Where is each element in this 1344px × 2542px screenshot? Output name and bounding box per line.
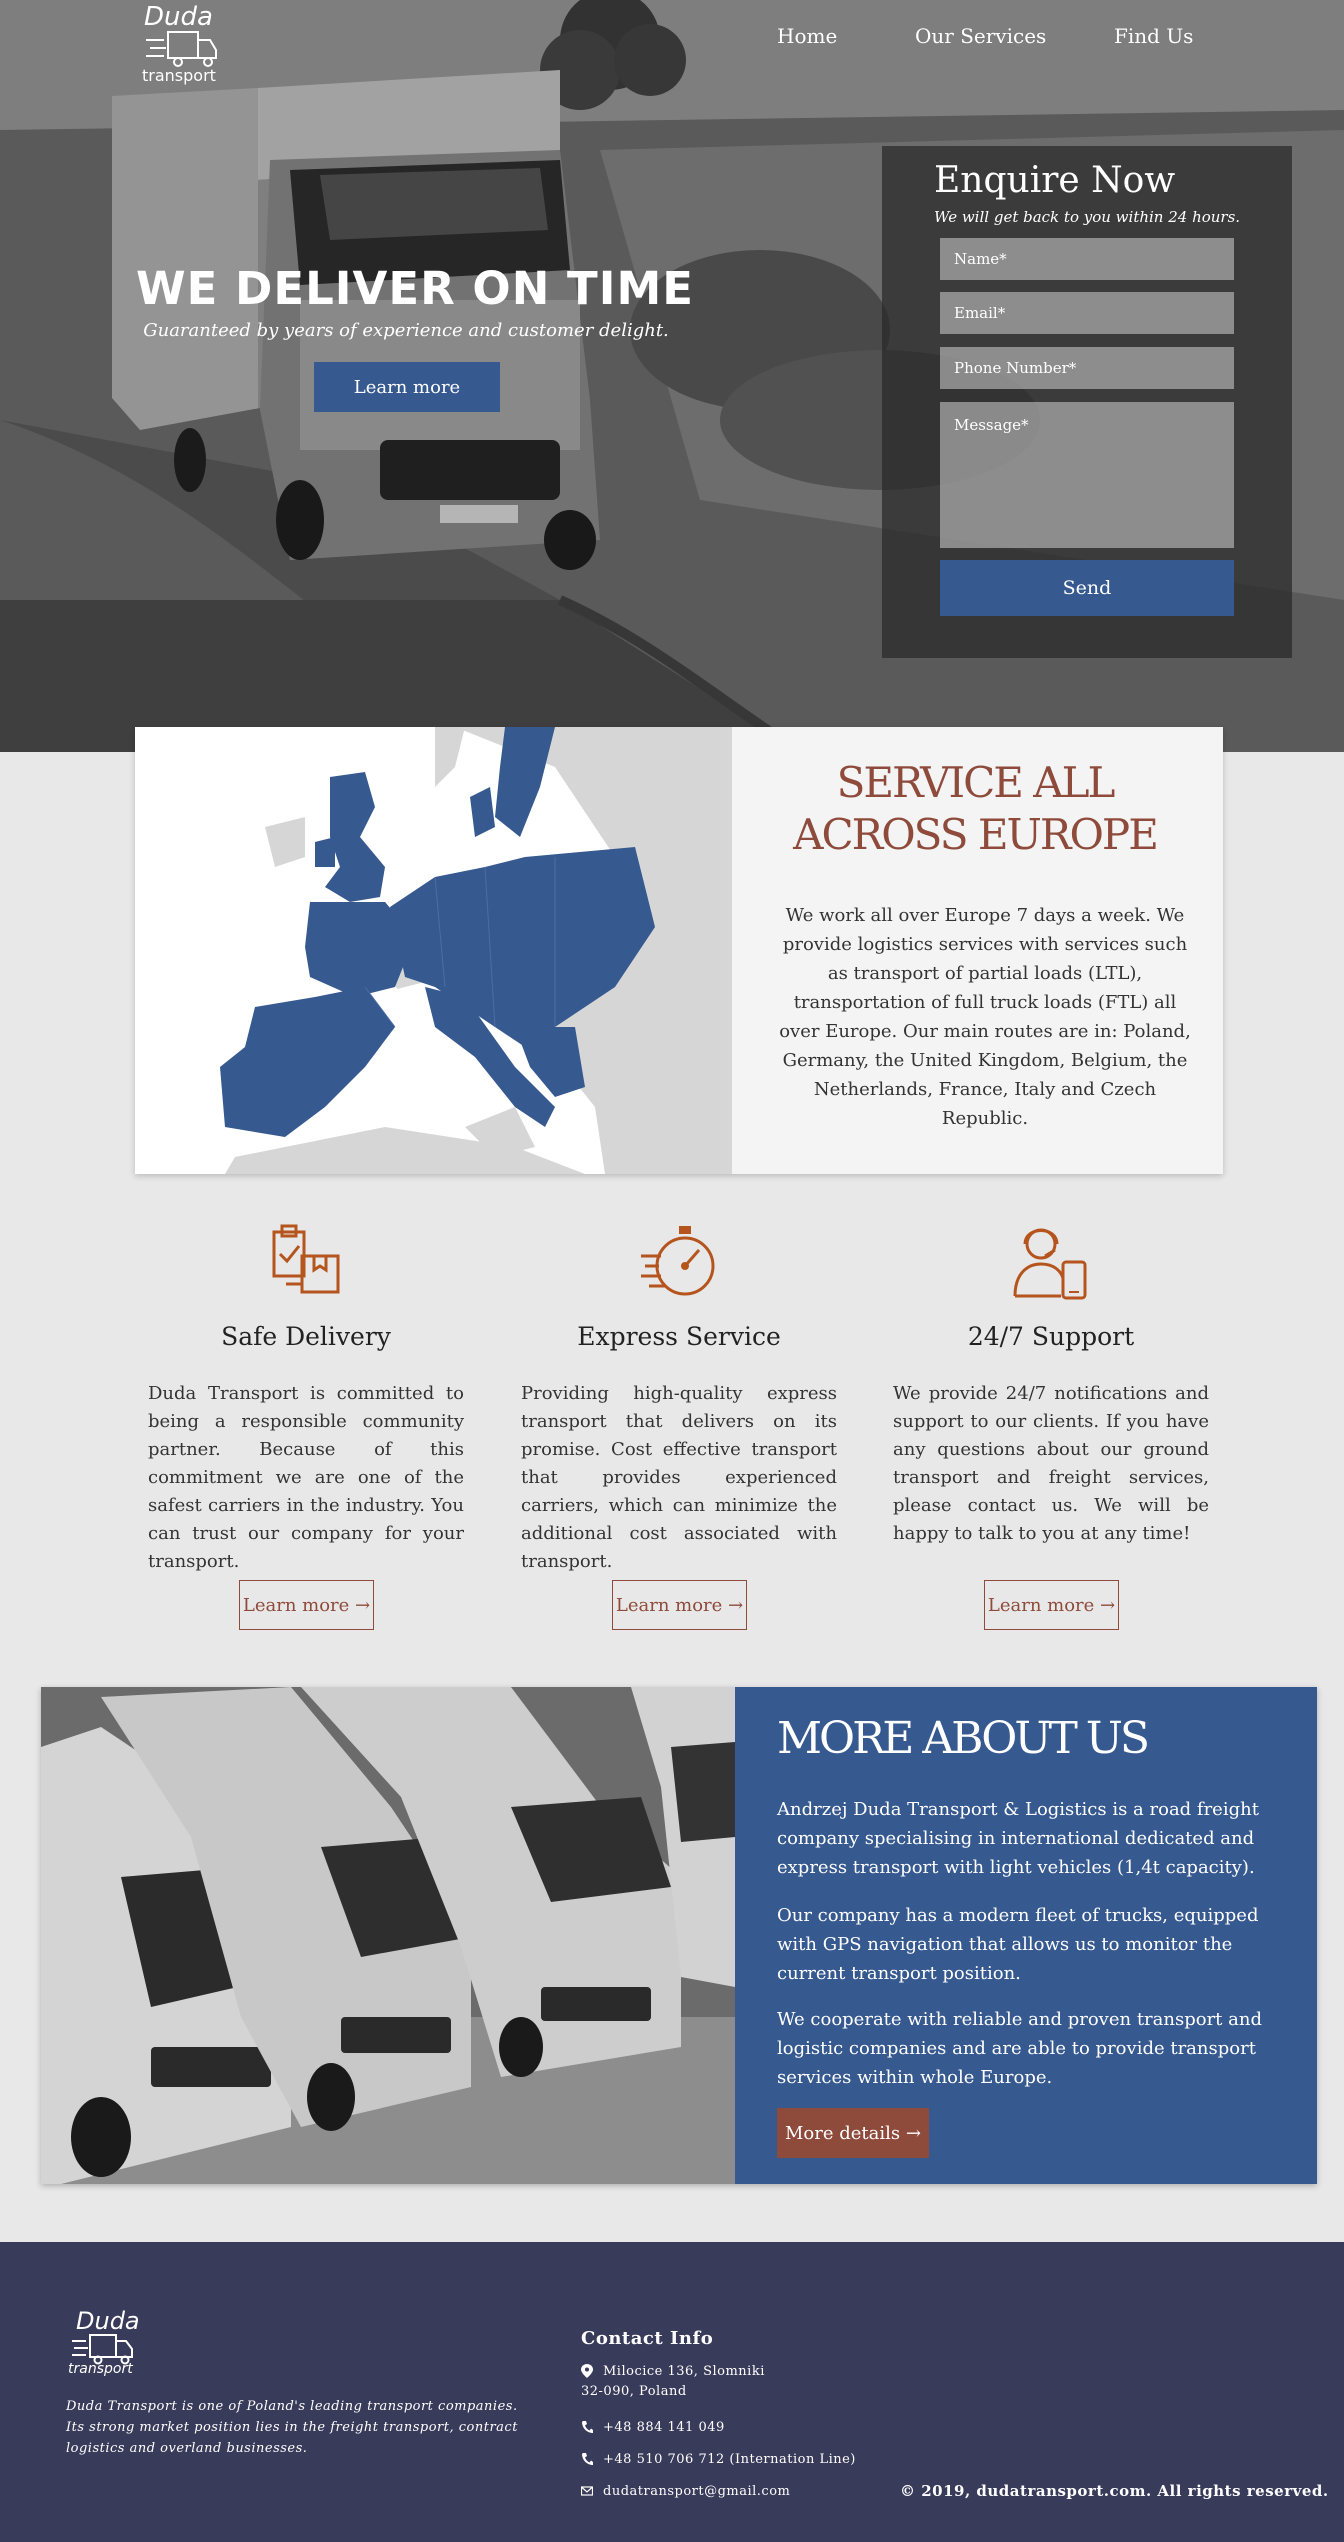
phone-icon — [582, 2453, 593, 2465]
phone-number: +48 884 141 049 — [603, 2420, 725, 2435]
feature-title: Safe Delivery — [221, 1322, 391, 1351]
name-field[interactable] — [940, 238, 1234, 280]
clipboard-box-icon — [272, 1224, 340, 1294]
phone-icon — [582, 2421, 593, 2433]
nav-find-us[interactable]: Find Us — [1114, 24, 1193, 48]
logo-subword: transport — [68, 2361, 133, 2377]
feature-title: Express Service — [577, 1322, 781, 1351]
about-image — [41, 1687, 735, 2184]
enquire-form: Enquire Now We will get back to you with… — [882, 146, 1292, 658]
about-title: MORE ABOUT US — [777, 1713, 1150, 1764]
europe-service-card: SERVICE ALL ACROSS EUROPE We work all ov… — [135, 727, 1223, 1174]
message-field[interactable] — [940, 402, 1234, 548]
about-text-panel: MORE ABOUT US Andrzej Duda Transport & L… — [735, 1687, 1317, 2184]
enquire-title: Enquire Now — [934, 160, 1176, 201]
nav-home[interactable]: Home — [777, 24, 837, 48]
about-section: MORE ABOUT US Andrzej Duda Transport & L… — [41, 1687, 1317, 2184]
logo-subword: transport — [142, 66, 216, 85]
main-nav: Home Our Services Find Us — [0, 24, 1344, 54]
contact-phone-2[interactable]: +48 510 706 712 (Internation Line) — [581, 2450, 856, 2470]
feature-body: We provide 24/7 notifications and suppor… — [893, 1383, 1209, 1544]
about-paragraph-3: We cooperate with reliable and proven tr… — [777, 2009, 1262, 2088]
email-address: dudatransport@gmail.com — [603, 2484, 791, 2499]
hero-section: Duda transport Home Our Services Find Us… — [0, 0, 1344, 752]
support-learn-more-button[interactable]: Learn more → — [984, 1580, 1119, 1630]
europe-body: We work all over Europe 7 days a week. W… — [779, 905, 1191, 1129]
logo-word: Duda — [76, 2307, 140, 2335]
nav-our-services[interactable]: Our Services — [915, 24, 1046, 48]
contact-address: Milocice 136, Slomniki 32-090, Poland — [581, 2362, 765, 2402]
send-button[interactable]: Send — [940, 560, 1234, 616]
hero-learn-more-button[interactable]: Learn more — [314, 362, 500, 412]
feature-body: Providing high-quality express transport… — [521, 1383, 837, 1572]
footer-description: Duda Transport is one of Poland's leadin… — [66, 2399, 518, 2456]
stopwatch-icon — [641, 1226, 715, 1296]
email-field[interactable] — [940, 292, 1234, 334]
europe-map — [135, 727, 732, 1174]
phone-field[interactable] — [940, 347, 1234, 389]
contact-phone-1[interactable]: +48 884 141 049 — [581, 2418, 725, 2438]
express-service-learn-more-button[interactable]: Learn more → — [612, 1580, 747, 1630]
contact-info-title: Contact Info — [581, 2328, 714, 2349]
europe-title: SERVICE ALL ACROSS EUROPE — [793, 758, 1159, 859]
safe-delivery-learn-more-button[interactable]: Learn more → — [239, 1580, 374, 1630]
europe-map-image — [135, 727, 732, 1174]
envelope-icon — [581, 2486, 593, 2496]
support-agent-icon — [1013, 1228, 1087, 1300]
about-paragraph-1: Andrzej Duda Transport & Logistics is a … — [777, 1799, 1259, 1878]
feature-body: Duda Transport is committed to being a r… — [148, 1383, 464, 1572]
vans-fleet-image — [41, 1687, 735, 2184]
copyright-text: © 2019, dudatransport.com. All rights re… — [900, 2482, 1329, 2500]
feature-title: 24/7 Support — [967, 1322, 1135, 1351]
address-line-1: Milocice 136, Slomniki — [603, 2364, 765, 2379]
contact-email[interactable]: dudatransport@gmail.com — [581, 2482, 790, 2502]
hero-subtitle: Guaranteed by years of experience and cu… — [143, 320, 669, 341]
footer: Duda transport Duda Transport is one of … — [0, 2242, 1344, 2542]
phone-number: +48 510 706 712 (Internation Line) — [603, 2452, 856, 2467]
hero-title: WE DELIVER ON TIME — [136, 262, 694, 315]
about-paragraph-2: Our company has a modern fleet of trucks… — [777, 1905, 1259, 1984]
location-pin-icon — [581, 2364, 593, 2378]
more-details-button[interactable]: More details → — [777, 2108, 929, 2158]
address-line-2: 32-090, Poland — [581, 2384, 687, 2399]
footer-logo[interactable]: Duda transport — [66, 2307, 146, 2377]
enquire-subtitle: We will get back to you within 24 hours. — [934, 208, 1241, 226]
